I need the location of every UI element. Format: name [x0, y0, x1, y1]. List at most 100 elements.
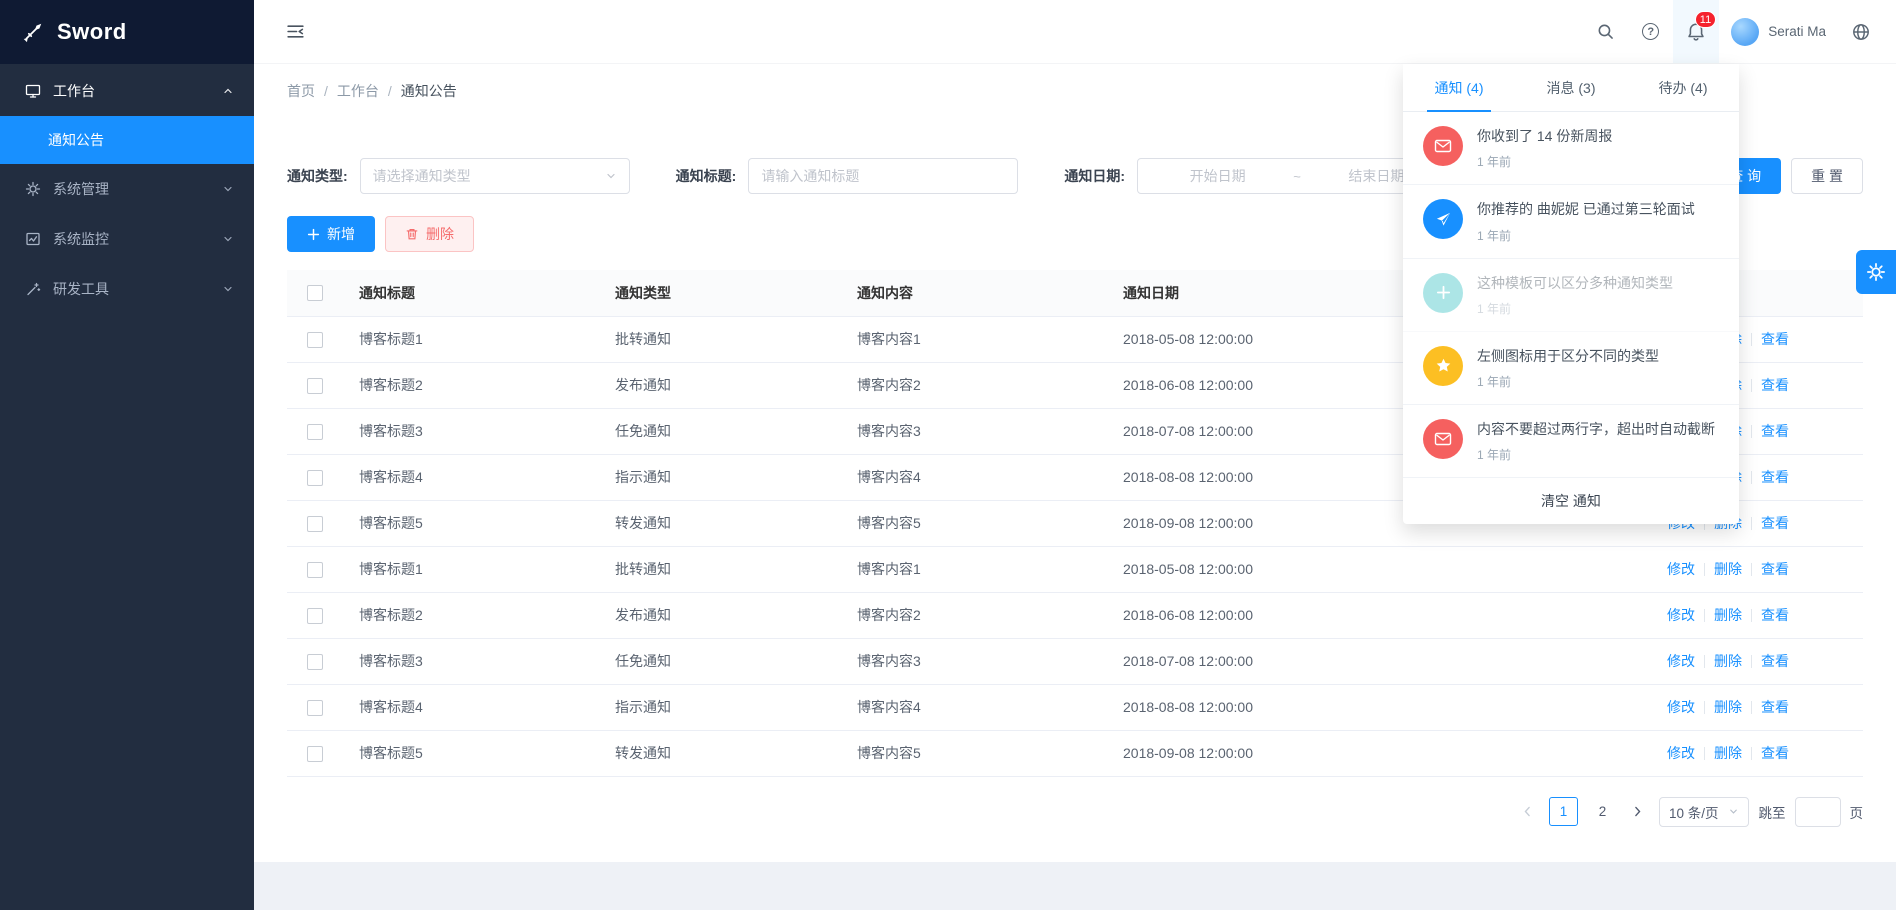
delete-link[interactable]: 删除 [1714, 607, 1742, 623]
notification-item[interactable]: 你收到了 14 份新周报 1 年前 [1403, 112, 1739, 185]
sidebar: Sword 工作台 通知公告 [0, 0, 254, 910]
user-menu[interactable]: Serati Ma [1719, 0, 1838, 63]
chevron-right-icon [1631, 805, 1644, 818]
notification-time: 1 年前 [1477, 446, 1715, 463]
row-checkbox[interactable] [307, 470, 323, 486]
notification-badge: 11 [1695, 11, 1716, 28]
row-checkbox[interactable] [307, 746, 323, 762]
notification-item[interactable]: 你推荐的 曲妮妮 已通过第三轮面试 1 年前 [1403, 185, 1739, 258]
theme-settings-button[interactable] [1856, 250, 1896, 294]
view-link[interactable]: 查看 [1761, 561, 1789, 577]
language-button[interactable] [1838, 0, 1896, 63]
row-checkbox[interactable] [307, 700, 323, 716]
delete-link[interactable]: 删除 [1714, 699, 1742, 715]
breadcrumb-home[interactable]: 首页 [287, 81, 315, 101]
plus-icon [1423, 273, 1463, 313]
view-link[interactable]: 查看 [1761, 653, 1789, 669]
row-checkbox[interactable] [307, 654, 323, 670]
sidebar-item-dev-tools[interactable]: 研发工具 [0, 264, 254, 314]
type-select[interactable]: 请选择通知类型 [360, 158, 630, 194]
help-button[interactable]: ? [1628, 0, 1673, 63]
cell-content: 博客内容3 [841, 638, 1107, 684]
cell-title: 博客标题5 [343, 500, 599, 546]
breadcrumb-workbench[interactable]: 工作台 [337, 81, 379, 101]
view-link[interactable]: 查看 [1761, 699, 1789, 715]
tab-messages[interactable]: 消息 (3) [1515, 64, 1627, 111]
range-separator: ~ [1289, 169, 1305, 184]
view-link[interactable]: 查看 [1761, 607, 1789, 623]
edit-link[interactable]: 修改 [1667, 607, 1695, 623]
view-link[interactable]: 查看 [1761, 469, 1789, 485]
row-checkbox[interactable] [307, 332, 323, 348]
edit-link[interactable]: 修改 [1667, 653, 1695, 669]
breadcrumb-separator: / [388, 83, 392, 99]
app-logo[interactable]: Sword [0, 0, 254, 64]
globe-icon [1852, 23, 1870, 41]
view-link[interactable]: 查看 [1761, 745, 1789, 761]
add-button[interactable]: 新增 [287, 216, 375, 252]
batch-delete-button[interactable]: 删除 [385, 216, 474, 252]
row-checkbox[interactable] [307, 424, 323, 440]
avatar [1731, 18, 1759, 46]
edit-link[interactable]: 修改 [1667, 745, 1695, 761]
view-link[interactable]: 查看 [1761, 331, 1789, 347]
notification-title: 你推荐的 曲妮妮 已通过第三轮面试 [1477, 199, 1695, 219]
sword-logo-icon [22, 21, 44, 43]
sidebar-item-workbench[interactable]: 工作台 [0, 66, 254, 116]
cell-date: 2018-07-08 12:00:00 [1107, 638, 1579, 684]
divider [1704, 701, 1705, 714]
edit-link[interactable]: 修改 [1667, 561, 1695, 577]
table-row: 博客标题5 转发通知 博客内容5 2018-09-08 12:00:00 修改删… [287, 730, 1863, 776]
sidebar-item-system-mgmt[interactable]: 系统管理 [0, 164, 254, 214]
cell-content: 博客内容2 [841, 362, 1107, 408]
question-icon: ? [1642, 23, 1659, 40]
cell-title: 博客标题4 [343, 454, 599, 500]
search-button[interactable] [1583, 0, 1628, 63]
page-size-select[interactable]: 10 条/页 [1659, 797, 1749, 827]
row-checkbox[interactable] [307, 378, 323, 394]
cell-type: 指示通知 [599, 684, 841, 730]
cell-title: 博客标题3 [343, 408, 599, 454]
tab-notices[interactable]: 通知 (4) [1403, 64, 1515, 111]
cell-content: 博客内容3 [841, 408, 1107, 454]
menu-fold-button[interactable] [282, 19, 308, 45]
table-row: 博客标题2 发布通知 博客内容2 2018-06-08 12:00:00 修改删… [287, 592, 1863, 638]
notification-item-read[interactable]: 这种模板可以区分多种通知类型 1 年前 [1403, 259, 1739, 332]
trash-icon [405, 227, 419, 241]
header-actions: ? 11 Serati Ma [1583, 0, 1896, 63]
notification-item[interactable]: 左侧图标用于区分不同的类型 1 年前 [1403, 332, 1739, 405]
prev-page-button[interactable] [1517, 798, 1539, 826]
start-date-input[interactable] [1146, 168, 1289, 184]
select-all-checkbox[interactable] [307, 285, 323, 301]
cell-type: 批转通知 [599, 316, 841, 362]
page-number-1[interactable]: 1 [1549, 797, 1578, 826]
divider [1751, 425, 1752, 438]
next-page-button[interactable] [1627, 798, 1649, 826]
clear-notifications-button[interactable]: 清空 通知 [1403, 478, 1739, 524]
row-checkbox[interactable] [307, 516, 323, 532]
view-link[interactable]: 查看 [1761, 515, 1789, 531]
title-input[interactable] [748, 158, 1018, 194]
row-checkbox[interactable] [307, 608, 323, 624]
user-name: Serati Ma [1768, 24, 1826, 39]
delete-link[interactable]: 删除 [1714, 745, 1742, 761]
chevron-left-icon [1521, 805, 1534, 818]
sidebar-item-system-monitor[interactable]: 系统监控 [0, 214, 254, 264]
sidebar-item-notice[interactable]: 通知公告 [0, 116, 254, 164]
tab-todos[interactable]: 待办 (4) [1627, 64, 1739, 111]
reset-button[interactable]: 重 置 [1791, 158, 1863, 194]
delete-link[interactable]: 删除 [1714, 561, 1742, 577]
edit-link[interactable]: 修改 [1667, 699, 1695, 715]
view-link[interactable]: 查看 [1761, 423, 1789, 439]
row-checkbox[interactable] [307, 562, 323, 578]
table-row: 博客标题4 指示通知 博客内容4 2018-08-08 12:00:00 修改删… [287, 684, 1863, 730]
page-number-2[interactable]: 2 [1588, 797, 1617, 826]
view-link[interactable]: 查看 [1761, 377, 1789, 393]
notifications-button[interactable]: 11 [1673, 0, 1719, 63]
cell-date: 2018-09-08 12:00:00 [1107, 730, 1579, 776]
delete-link[interactable]: 删除 [1714, 653, 1742, 669]
notification-item[interactable]: 内容不要超过两行字，超出时自动截断 1 年前 [1403, 405, 1739, 478]
col-header-title: 通知标题 [343, 270, 599, 316]
jump-page-input[interactable] [1795, 797, 1841, 827]
app-title: Sword [57, 19, 127, 45]
